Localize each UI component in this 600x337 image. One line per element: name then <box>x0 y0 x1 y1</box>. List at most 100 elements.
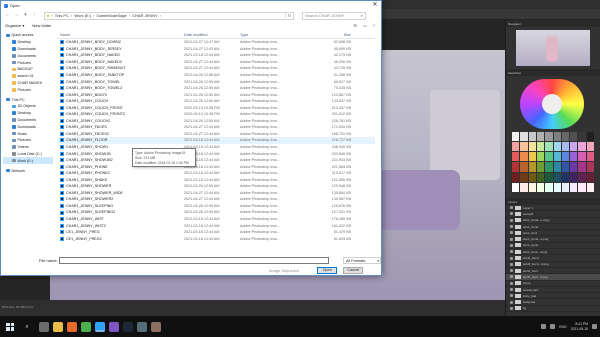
app-8-icon[interactable] <box>137 321 147 332</box>
color-swatch[interactable] <box>536 142 545 152</box>
nav-item[interactable]: Pictures <box>3 86 53 93</box>
visibility-eye-icon[interactable] <box>510 218 513 222</box>
taskbar-search-icon[interactable]: ⌕ <box>19 322 35 332</box>
color-swatch[interactable] <box>561 142 570 152</box>
color-swatch[interactable] <box>528 162 536 172</box>
color-swatch[interactable] <box>553 162 561 172</box>
breadcrumb-gamemodesage[interactable]: GameModeSage <box>97 13 127 18</box>
color-swatch[interactable] <box>570 132 578 142</box>
color-swatch[interactable] <box>578 172 586 182</box>
color-swatch[interactable] <box>536 152 545 162</box>
nav-item[interactable]: This PC <box>3 96 53 103</box>
column-header-type[interactable]: Type <box>237 33 311 37</box>
visibility-eye-icon[interactable] <box>510 281 513 285</box>
color-swatch[interactable] <box>545 142 553 152</box>
network-tray-icon[interactable] <box>541 324 547 329</box>
color-swatch[interactable] <box>520 172 528 182</box>
nav-item[interactable]: Downloads <box>3 123 53 130</box>
visibility-eye-icon[interactable] <box>510 206 513 210</box>
color-swatch[interactable] <box>528 142 536 152</box>
navigator-thumbnail[interactable] <box>516 30 590 66</box>
address-bar[interactable]: ■ › This PC › Work (E:) › GameModeSage ›… <box>44 11 294 20</box>
color-swatch[interactable] <box>586 152 594 162</box>
preview-pane-icon[interactable]: ▭ <box>363 23 367 28</box>
color-swatch[interactable] <box>561 162 570 172</box>
color-swatch[interactable] <box>586 172 594 182</box>
organize-button[interactable]: Organize ▾ <box>5 23 24 28</box>
color-swatch[interactable] <box>528 132 536 142</box>
color-swatch[interactable] <box>578 142 586 152</box>
image-sequence-checkbox[interactable]: Image Sequence <box>269 268 299 273</box>
visibility-eye-icon[interactable] <box>510 231 513 235</box>
color-swatch[interactable] <box>536 172 545 182</box>
layer-row[interactable]: bg <box>506 306 600 313</box>
color-swatch[interactable] <box>512 172 520 182</box>
color-swatch[interactable] <box>586 132 594 142</box>
color-wheel[interactable] <box>520 79 584 129</box>
color-swatch[interactable] <box>586 142 594 152</box>
chrome-app-icon[interactable] <box>81 321 91 332</box>
breadcrumb-this-pc[interactable]: This PC <box>55 13 69 18</box>
color-swatch[interactable] <box>520 152 528 162</box>
file-explorer-app-icon[interactable] <box>53 321 63 332</box>
photoshop-app-icon[interactable] <box>95 321 105 332</box>
visibility-eye-icon[interactable] <box>510 212 513 216</box>
open-button[interactable]: Open <box>317 267 338 274</box>
nav-item[interactable]: 3D Objects <box>3 103 53 110</box>
column-header-date[interactable]: Date modified <box>181 33 237 37</box>
color-swatch[interactable] <box>578 162 586 172</box>
color-swatch[interactable] <box>553 172 561 182</box>
firefox-app-icon[interactable] <box>67 321 77 332</box>
nav-item[interactable]: Videos <box>3 144 53 151</box>
close-icon[interactable]: ✕ <box>369 1 381 10</box>
filetype-select[interactable]: All Formats ▾ <box>343 257 381 264</box>
nav-item[interactable]: Downloads <box>3 46 53 53</box>
color-swatch[interactable] <box>553 182 561 192</box>
nav-item[interactable]: Local Disk (C:) <box>3 151 53 158</box>
color-swatch[interactable] <box>545 182 553 192</box>
nav-item[interactable]: Work (E:) <box>3 157 53 165</box>
recent-locations-chevron-icon[interactable]: ▾ <box>22 12 29 19</box>
color-swatch[interactable] <box>520 142 528 152</box>
windows-start-button[interactable] <box>3 320 17 334</box>
dialog-title-bar[interactable]: Open ✕ <box>1 1 381 10</box>
color-swatch[interactable] <box>536 182 545 192</box>
clock[interactable]: 8:41 PM 2021-05-15 <box>571 322 588 331</box>
color-swatch[interactable] <box>561 132 570 142</box>
breadcrumb-char-jenny[interactable]: CHAR JENNY <box>132 13 158 18</box>
color-swatch[interactable] <box>512 142 520 152</box>
notifications-icon[interactable] <box>592 324 597 329</box>
file-row[interactable]: CE1_JENNY_FREG2 2021-03-18 12:44 AM Adobe … <box>57 235 375 242</box>
color-swatch[interactable] <box>570 182 578 192</box>
color-swatch[interactable] <box>561 172 570 182</box>
color-swatch[interactable] <box>553 152 561 162</box>
color-swatch[interactable] <box>528 182 536 192</box>
language-indicator[interactable]: ENG <box>559 325 566 329</box>
color-swatch[interactable] <box>545 152 553 162</box>
nav-item[interactable]: Documents <box>3 117 53 124</box>
new-folder-button[interactable]: New folder <box>32 23 51 28</box>
help-icon[interactable]: ? <box>373 23 375 28</box>
visibility-eye-icon[interactable] <box>510 288 513 291</box>
visibility-eye-icon[interactable] <box>510 256 513 260</box>
nav-item[interactable]: Music <box>3 130 53 137</box>
nav-item[interactable]: Desktop <box>3 110 53 117</box>
color-swatch[interactable] <box>570 162 578 172</box>
visibility-eye-icon[interactable] <box>510 306 513 310</box>
cancel-button[interactable]: Cancel <box>343 267 364 274</box>
breadcrumb-work-drive[interactable]: Work (E:) <box>74 13 91 18</box>
color-swatch[interactable] <box>578 152 586 162</box>
visibility-eye-icon[interactable] <box>510 269 513 273</box>
task-view-app-icon[interactable] <box>39 321 49 332</box>
visibility-eye-icon[interactable] <box>510 250 513 254</box>
color-swatch[interactable] <box>536 132 545 142</box>
color-swatch[interactable] <box>578 182 586 192</box>
color-swatch[interactable] <box>553 132 561 142</box>
swatches-tab[interactable]: Swatches <box>506 69 600 76</box>
color-swatch[interactable] <box>512 162 520 172</box>
volume-tray-icon[interactable] <box>550 324 556 329</box>
visibility-eye-icon[interactable] <box>510 243 513 247</box>
nav-item[interactable]: BACKUP <box>3 66 53 73</box>
visibility-eye-icon[interactable] <box>510 237 513 241</box>
app-9-icon[interactable] <box>151 321 161 332</box>
